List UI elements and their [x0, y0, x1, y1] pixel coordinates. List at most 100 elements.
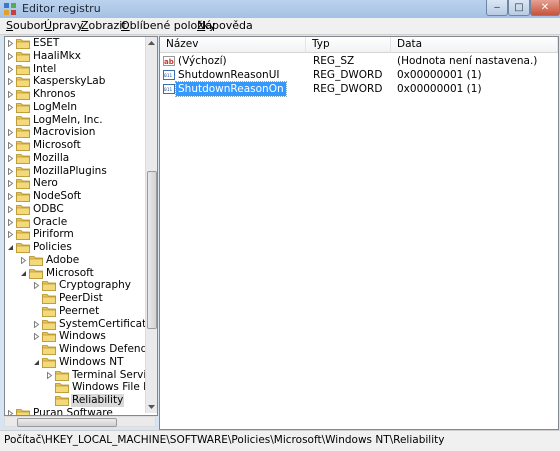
collapsed-arrow-icon[interactable]	[7, 65, 14, 73]
collapsed-arrow-icon[interactable]	[7, 91, 14, 98]
folder-icon	[16, 102, 30, 113]
tree-item-label: NodeSoft	[33, 190, 82, 202]
folder-icon	[16, 115, 30, 126]
folder-icon	[42, 345, 56, 355]
tree-vertical-scroll-thumb[interactable]	[147, 171, 157, 329]
folder-icon	[16, 192, 30, 202]
tree-item-label: Reliability	[71, 394, 125, 407]
tree-item-label: Puran Software	[33, 406, 113, 416]
tree-item-label: Policies	[33, 241, 72, 253]
tree-item-label: Peernet	[59, 304, 100, 317]
value-row[interactable]: 011 ShutdownReasonUI REG_DWORD 0x00000001 (…	[160, 68, 558, 82]
collapsed-arrow-icon[interactable]	[7, 167, 14, 175]
close-icon: ✕	[540, 2, 550, 13]
menu-zobrazit[interactable]: Zobrazit	[81, 19, 127, 32]
collapsed-arrow-icon[interactable]	[7, 205, 14, 213]
collapsed-arrow-icon[interactable]	[7, 40, 14, 47]
scroll-down-icon[interactable]	[148, 403, 155, 410]
key-tree[interactable]: ESET HaaliMkx Intel KasperskyLab Khronos LogM…	[4, 36, 158, 416]
maximize-button[interactable]: □	[508, 0, 530, 16]
collapsed-arrow-icon[interactable]	[7, 52, 14, 60]
folder-icon	[42, 294, 56, 304]
collapsed-arrow-icon[interactable]	[33, 333, 40, 341]
tree-vertical-scrollbar[interactable]	[145, 37, 157, 413]
open-folder-icon	[42, 357, 56, 368]
values-list[interactable]: Název Typ Data ab (Výchozí) REG_SZ (Hodnota…	[159, 36, 559, 430]
menu-bar: Soubor Úpravy Zobrazit Oblíbené položky …	[0, 18, 560, 35]
collapsed-arrow-icon[interactable]	[7, 193, 14, 200]
folder-icon	[16, 128, 30, 139]
tree-item-label: Windows NT	[59, 355, 124, 368]
value-name: ShutdownReasonUI	[178, 69, 280, 81]
folder-icon	[16, 141, 30, 151]
menu-soubor[interactable]: Soubor	[6, 19, 45, 32]
expanded-arrow-icon[interactable]	[33, 359, 40, 366]
open-folder-icon	[29, 268, 43, 279]
folder-icon	[55, 370, 69, 381]
column-header-data[interactable]: Data	[391, 37, 558, 53]
tree-item-label: Microsoft	[46, 266, 94, 279]
tree-horizontal-scrollbar[interactable]	[4, 416, 156, 427]
value-name: (Výchozí)	[178, 55, 227, 67]
folder-icon	[16, 153, 30, 164]
tree-item-label: Oracle	[33, 215, 68, 228]
folder-icon	[16, 39, 30, 49]
close-button[interactable]: ✕	[530, 0, 560, 16]
value-type: REG_SZ	[313, 55, 355, 67]
tree-item-label: Microsoft	[33, 139, 81, 151]
collapsed-arrow-icon[interactable]	[20, 256, 27, 264]
collapsed-arrow-icon[interactable]	[7, 103, 14, 111]
folder-icon	[42, 332, 56, 343]
folder-icon	[16, 230, 30, 241]
expanded-arrow-icon[interactable]	[7, 244, 14, 251]
value-data: (Hodnota není nastavena.)	[397, 55, 538, 67]
folder-icon	[16, 90, 30, 100]
tree-horizontal-scroll-thumb[interactable]	[17, 418, 117, 427]
collapsed-arrow-icon[interactable]	[7, 180, 14, 188]
svg-text:011: 011	[164, 87, 172, 93]
value-data: 0x00000001 (1)	[397, 83, 482, 95]
value-data: 0x00000001 (1)	[397, 69, 482, 81]
tree-item-label: Khronos	[33, 88, 76, 100]
collapsed-arrow-icon[interactable]	[46, 371, 53, 379]
folder-icon	[16, 179, 30, 190]
folder-icon	[29, 255, 43, 266]
status-bar: Počítač\HKEY_LOCAL_MACHINE\SOFTWARE\Poli…	[0, 430, 560, 451]
tree-item-label: LogMeIn	[33, 100, 78, 113]
tree-item-label: Macrovision	[33, 126, 96, 139]
maximize-icon: □	[514, 2, 524, 13]
tree-item-label: SystemCertificates	[59, 317, 158, 330]
tree-item-label: Cryptography	[59, 279, 132, 292]
menu-upravy[interactable]: Úpravy	[44, 19, 83, 32]
folder-icon	[16, 77, 30, 88]
tree-item-label: Adobe	[46, 253, 80, 266]
registry-editor-icon	[4, 3, 16, 15]
collapsed-arrow-icon[interactable]	[7, 78, 14, 86]
collapsed-arrow-icon[interactable]	[7, 231, 14, 239]
collapsed-arrow-icon[interactable]	[7, 154, 14, 162]
value-row[interactable]: 011 ShutdownReasonOn REG_DWORD 0x00000001 (…	[160, 81, 558, 97]
folder-icon	[42, 306, 56, 317]
collapsed-arrow-icon[interactable]	[7, 142, 14, 149]
column-header-name[interactable]: Název	[160, 37, 306, 53]
folder-icon	[16, 204, 30, 215]
expanded-arrow-icon[interactable]	[20, 270, 27, 277]
collapsed-arrow-icon[interactable]	[7, 129, 14, 137]
collapsed-arrow-icon[interactable]	[33, 320, 40, 328]
value-row[interactable]: ab (Výchozí) REG_SZ (Hodnota není nastavena…	[160, 54, 558, 68]
tree-item-label: Windows Defender	[59, 343, 158, 355]
column-header-type[interactable]: Typ	[306, 37, 391, 53]
folder-icon	[42, 319, 56, 330]
collapsed-arrow-icon[interactable]	[33, 282, 40, 290]
title-bar[interactable]: Editor registru ‒ □ ✕	[0, 0, 560, 19]
scroll-up-icon[interactable]	[148, 40, 155, 47]
status-path: Počítač\HKEY_LOCAL_MACHINE\SOFTWARE\Poli…	[4, 434, 445, 446]
collapsed-arrow-icon[interactable]	[7, 218, 14, 226]
tree-item-label: PeerDist	[59, 292, 103, 304]
minimize-button[interactable]: ‒	[486, 0, 508, 16]
string-value-icon: ab	[163, 56, 175, 66]
folder-icon	[16, 166, 30, 177]
value-name: ShutdownReasonOn	[175, 81, 287, 97]
menu-napoveda[interactable]: Nápověda	[197, 19, 253, 32]
minimize-icon: ‒	[493, 2, 501, 13]
